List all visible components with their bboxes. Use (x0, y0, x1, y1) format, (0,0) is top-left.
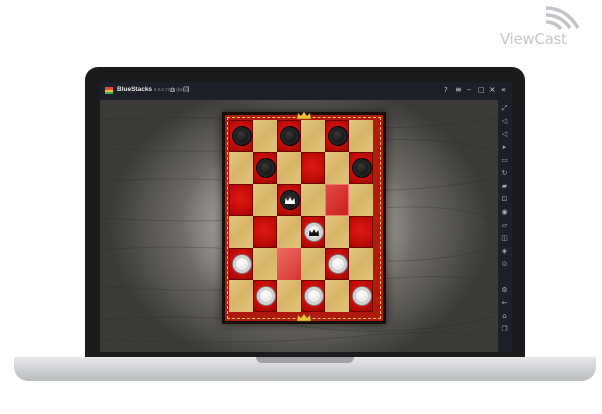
app-title: BlueStacks 5.0.0.7228 (beta) (117, 86, 188, 93)
board-square (349, 184, 373, 216)
multi-instance-sync-icon[interactable]: ◈ (500, 247, 509, 255)
bluestacks-title-bar: BlueStacks 5.0.0.7228 (beta) ⌂ ❐ ? ≡ – □… (100, 82, 512, 100)
board-grid (229, 120, 373, 312)
white-piece[interactable] (233, 255, 251, 273)
board-square[interactable] (301, 152, 325, 184)
bluestacks-logo-icon (105, 87, 113, 94)
screenshot-icon[interactable]: ⊡ (500, 195, 509, 203)
board-square (349, 120, 373, 152)
board-square[interactable] (277, 120, 301, 152)
crown-emblem-top-icon (296, 112, 312, 120)
board-square (301, 120, 325, 152)
broadcast-waves-icon (545, 6, 580, 31)
board-square[interactable] (325, 120, 349, 152)
checkers-board (222, 112, 386, 324)
board-square[interactable] (325, 248, 349, 280)
board-square[interactable] (253, 152, 277, 184)
board-square (229, 216, 253, 248)
highlighted-move-square[interactable] (277, 248, 301, 280)
multi-instance-icon[interactable]: ❐ (183, 85, 189, 95)
maximize-icon[interactable]: □ (478, 85, 485, 95)
highlighted-move-square[interactable] (325, 184, 349, 216)
rotate-icon[interactable]: ↻ (500, 169, 509, 177)
back-icon[interactable]: ← (500, 299, 509, 307)
board-square[interactable] (229, 248, 253, 280)
bluestacks-sidebar: ⤢ ◁ ◁ ▸ ▭ ↻ ▰ ⊡ ◉ ▱ ◫ ◈ ⊙ ⚙ ← ⌂ ❐ (498, 100, 512, 352)
board-square (277, 280, 301, 312)
game-viewport (100, 100, 498, 352)
black-piece[interactable] (353, 159, 371, 177)
board-square[interactable] (349, 280, 373, 312)
board-square[interactable] (349, 152, 373, 184)
board-square[interactable] (253, 216, 277, 248)
white-piece[interactable] (305, 287, 323, 305)
black-piece[interactable] (257, 159, 275, 177)
menu-icon[interactable]: ≡ (455, 85, 462, 95)
board-square[interactable] (301, 216, 325, 248)
board-square[interactable] (301, 280, 325, 312)
laptop-screen: BlueStacks 5.0.0.7228 (beta) ⌂ ❐ ? ≡ – □… (100, 82, 512, 352)
keyboard-icon[interactable]: ▭ (500, 156, 509, 164)
crown-emblem-bottom-icon (296, 314, 312, 322)
board-square[interactable] (277, 184, 301, 216)
record-icon[interactable]: ◉ (500, 208, 509, 216)
board-square[interactable] (229, 120, 253, 152)
fullscreen-icon[interactable]: ⤢ (500, 104, 509, 112)
folder-icon[interactable]: ▱ (500, 221, 509, 229)
collapse-sidebar-icon[interactable]: « (501, 85, 506, 95)
board-square (277, 216, 301, 248)
viewcast-logo: ViewCast (500, 4, 596, 50)
close-icon[interactable]: × (489, 85, 496, 95)
white-piece[interactable] (353, 287, 371, 305)
board-square (253, 248, 277, 280)
board-square (253, 184, 277, 216)
black-piece[interactable] (281, 127, 299, 145)
home-icon[interactable]: ⌂ (170, 85, 175, 95)
viewcast-logo-text: ViewCast (500, 30, 567, 48)
apk-icon[interactable]: ◫ (500, 234, 509, 242)
recent-apps-icon[interactable]: ❐ (500, 325, 509, 333)
crown-icon (285, 197, 295, 204)
shake-icon[interactable]: ▰ (500, 182, 509, 190)
board-square (325, 152, 349, 184)
crown-icon (309, 229, 319, 236)
help-icon[interactable]: ? (444, 85, 448, 95)
minimize-icon[interactable]: – (467, 85, 471, 95)
volume-down-icon[interactable]: ◁ (500, 130, 509, 138)
board-square[interactable] (229, 184, 253, 216)
black-piece[interactable] (329, 127, 347, 145)
white-king-piece[interactable] (305, 223, 323, 241)
board-square (349, 248, 373, 280)
board-square (301, 248, 325, 280)
app-title-text: BlueStacks (117, 86, 153, 93)
board-square (229, 280, 253, 312)
board-square (253, 120, 277, 152)
white-piece[interactable] (257, 287, 275, 305)
black-king-piece[interactable] (281, 191, 299, 209)
macro-icon[interactable]: ⊙ (500, 260, 509, 268)
board-square (301, 184, 325, 216)
board-square (277, 152, 301, 184)
laptop-notch (256, 357, 354, 363)
board-square (325, 280, 349, 312)
board-square (325, 216, 349, 248)
play-video-icon[interactable]: ▸ (500, 143, 509, 151)
home-nav-icon[interactable]: ⌂ (500, 312, 509, 320)
board-square[interactable] (253, 280, 277, 312)
board-square[interactable] (349, 216, 373, 248)
white-piece[interactable] (329, 255, 347, 273)
settings-icon[interactable]: ⚙ (500, 286, 509, 294)
board-square (229, 152, 253, 184)
black-piece[interactable] (233, 127, 251, 145)
volume-up-icon[interactable]: ◁ (500, 117, 509, 125)
